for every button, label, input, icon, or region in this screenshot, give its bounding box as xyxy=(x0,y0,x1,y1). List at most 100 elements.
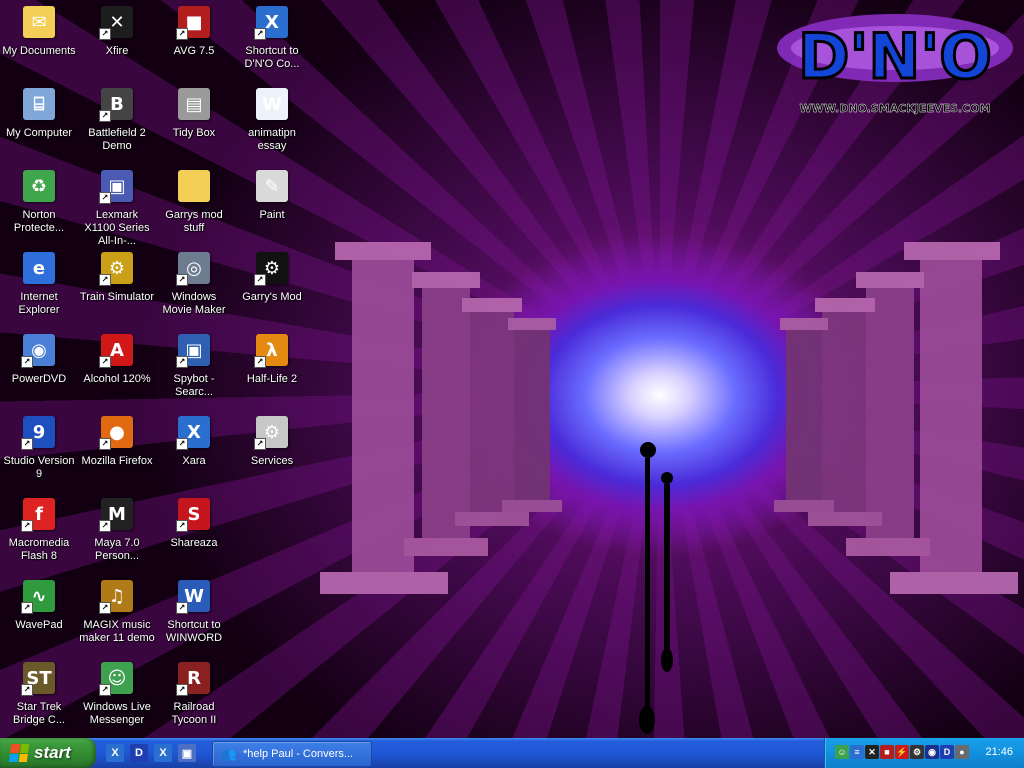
show-desktop-icon[interactable]: ▣ xyxy=(178,744,196,762)
desktop-icon[interactable]: ☺ ↗ Windows Live Messenger xyxy=(78,660,156,738)
desktop-icon[interactable]: R ↗ Railroad Tycoon II xyxy=(155,660,233,738)
desktop-icon-label: animatipn essay xyxy=(248,127,296,152)
xara-icon: X ↗ xyxy=(254,6,288,40)
xfire-tray-icon[interactable]: ✕ xyxy=(865,745,879,759)
clock[interactable]: 21:46 xyxy=(985,746,1013,758)
alcohol-icon: A ↗ xyxy=(99,334,133,368)
network-tray-icon[interactable]: ≡ xyxy=(850,745,864,759)
avg-tray-icon[interactable]: ■ xyxy=(880,745,894,759)
dno-icon[interactable]: D xyxy=(130,744,148,762)
desktop-icon-label: My Documents xyxy=(2,45,76,57)
shortcut-arrow-icon: ↗ xyxy=(99,602,111,614)
desktop-icon[interactable]: ⚙ ↗ Train Simulator xyxy=(78,250,156,330)
shortcut-arrow-icon: ↗ xyxy=(254,28,266,40)
desktop-icon[interactable]: ⚙ ↗ Services xyxy=(233,414,311,494)
desktop-icon-label: Alcohol 120% xyxy=(83,373,151,385)
half-life-2-icon: λ ↗ xyxy=(254,334,288,368)
desktop-icon-label: Train Simulator xyxy=(79,291,155,303)
desktop-icon[interactable]: ✕ ↗ Xfire xyxy=(78,4,156,84)
taskbar-button-conversation[interactable]: 👥 *help Paul - Convers... xyxy=(212,741,372,767)
shortcut-arrow-icon: ↗ xyxy=(21,438,33,450)
powerdvd-icon: ◉ ↗ xyxy=(21,334,55,368)
desktop-icon[interactable]: ◎ ↗ Windows Movie Maker xyxy=(155,250,233,330)
shortcut-arrow-icon: ↗ xyxy=(21,684,33,696)
desktop-icon[interactable]: e Internet Explorer xyxy=(0,250,78,330)
folder-icon xyxy=(178,170,210,202)
wavepad-icon: ∿ ↗ xyxy=(21,580,55,614)
desktop-icon[interactable]: ◉ ↗ PowerDVD xyxy=(0,332,78,412)
desktop-icon[interactable]: ■ ↗ AVG 7.5 xyxy=(155,4,233,84)
desktop-icon-label: Railroad Tycoon II xyxy=(171,701,217,726)
desktop-icon-label: Garry's Mod xyxy=(242,291,302,303)
desktop-icon[interactable]: ✉ My Documents xyxy=(0,4,78,84)
desktop-icon[interactable]: ● ↗ Mozilla Firefox xyxy=(78,414,156,494)
word-icon: W ↗ xyxy=(176,580,210,614)
desktop-icon[interactable]: 9 ↗ Studio Version 9 xyxy=(0,414,78,494)
desktop-icon[interactable]: S ↗ Shareaza xyxy=(155,496,233,576)
taskbar: start X D X ▣ 👥 *help Paul - Convers... ☺ ≡ ✕… xyxy=(0,738,1024,768)
tidy-box-icon: ▤ xyxy=(178,88,210,120)
desktop-icon[interactable]: ▣ ↗ Spybot - Searc... xyxy=(155,332,233,412)
desktop-icon[interactable]: ST ↗ Star Trek Bridge C... xyxy=(0,660,78,738)
security-tray-icon[interactable]: ⚡ xyxy=(895,745,909,759)
desktop-icon[interactable]: ♻ Norton Protecte... xyxy=(0,168,78,248)
desktop-icon[interactable]: X ↗ Xara xyxy=(155,414,233,494)
desktop-icon[interactable]: ▣ ↗ Lexmark X1100 Series All-In-... xyxy=(78,168,156,248)
recycle-bin-icon: ♻ xyxy=(23,170,55,202)
desktop-icon-label: Shortcut to D'N'O Co... xyxy=(244,45,300,70)
desktop-icon[interactable]: ♫ ↗ MAGIX music maker 11 demo xyxy=(78,578,156,658)
desktop-icon-label: WavePad xyxy=(15,619,63,631)
desktop-icon[interactable]: Wanimatipn essay xyxy=(233,86,311,166)
shortcut-arrow-icon: ↗ xyxy=(254,438,266,450)
xara-icon[interactable]: X xyxy=(106,744,124,762)
movie-maker-icon: ◎ ↗ xyxy=(176,252,210,286)
desktop-icon[interactable]: ✎ Paint xyxy=(233,168,311,248)
desktop-icon[interactable]: A ↗ Alcohol 120% xyxy=(78,332,156,412)
desktop[interactable]: D'N'O WWW.DNO.SMACKJEEVES.COM ✉ My Docume… xyxy=(0,0,1024,738)
xfire-icon: ✕ ↗ xyxy=(99,6,133,40)
folder-documents-icon: ✉ xyxy=(23,6,55,38)
desktop-icon[interactable]: W ↗ Shortcut to WINWORD xyxy=(155,578,233,658)
desktop-icon[interactable]: M ↗ Maya 7.0 Person... xyxy=(78,496,156,576)
star-trek-icon: ST ↗ xyxy=(21,662,55,696)
desktop-icon[interactable]: ⚙ ↗ Garry's Mod xyxy=(233,250,311,330)
lexmark-icon: ▣ ↗ xyxy=(99,170,133,204)
train-simulator-icon: ⚙ ↗ xyxy=(99,252,133,286)
desktop-icon-label: Windows Movie Maker xyxy=(162,291,226,316)
logo-url: WWW.DNO.SMACKJEEVES.COM xyxy=(800,102,991,115)
desktop-icon-label: Half-Life 2 xyxy=(246,373,298,385)
desktop-icon-label: Xfire xyxy=(105,45,129,57)
desktop-icon[interactable]: B ↗ Battlefield 2 Demo xyxy=(78,86,156,166)
desktop-icon-label: Shareaza xyxy=(170,537,218,549)
desktop-icon[interactable]: X ↗ Shortcut to D'N'O Co... xyxy=(233,4,311,84)
power-tray-icon[interactable]: ● xyxy=(955,745,969,759)
avg-icon: ■ ↗ xyxy=(176,6,210,40)
desktop-icon[interactable]: ⌸ My Computer xyxy=(0,86,78,166)
shortcut-arrow-icon: ↗ xyxy=(99,28,111,40)
xara-icon[interactable]: X xyxy=(154,744,172,762)
desktop-icon-label: Studio Version 9 xyxy=(3,455,75,480)
shortcut-arrow-icon: ↗ xyxy=(254,356,266,368)
daemon-tray-icon[interactable]: ◉ xyxy=(925,745,939,759)
desktop-icon-label: Paint xyxy=(259,209,285,221)
dno-logo: D'N'O WWW.DNO.SMACKJEEVES.COM xyxy=(777,14,1013,115)
steam-tray-icon[interactable]: ⚙ xyxy=(910,745,924,759)
start-button[interactable]: start xyxy=(0,738,96,768)
dno-tray-icon[interactable]: D xyxy=(940,745,954,759)
messenger-icon: ☺ ↗ xyxy=(99,662,133,696)
logo-text: D'N'O xyxy=(798,20,992,93)
spybot-icon: ▣ ↗ xyxy=(176,334,210,368)
desktop-icon-label: Windows Live Messenger xyxy=(83,701,151,726)
desktop-icon[interactable]: Garrys mod stuff xyxy=(155,168,233,248)
desktop-icon[interactable]: f ↗ Macromedia Flash 8 xyxy=(0,496,78,576)
shortcut-arrow-icon: ↗ xyxy=(176,520,188,532)
desktop-icon-label: Battlefield 2 Demo xyxy=(88,127,146,152)
system-tray: ☺ ≡ ✕ ■ ⚡ ⚙ ◉ D ● 21:46 xyxy=(824,738,1024,768)
desktop-icon-label: Mozilla Firefox xyxy=(81,455,153,467)
desktop-icon-label: Garrys mod stuff xyxy=(165,209,223,234)
desktop-icon[interactable]: ▤ Tidy Box xyxy=(155,86,233,166)
desktop-icon[interactable]: λ ↗ Half-Life 2 xyxy=(233,332,311,412)
desktop-icon-label: Tidy Box xyxy=(172,127,216,139)
messenger-tray-icon[interactable]: ☺ xyxy=(835,745,849,759)
desktop-icon[interactable]: ∿ ↗ WavePad xyxy=(0,578,78,658)
